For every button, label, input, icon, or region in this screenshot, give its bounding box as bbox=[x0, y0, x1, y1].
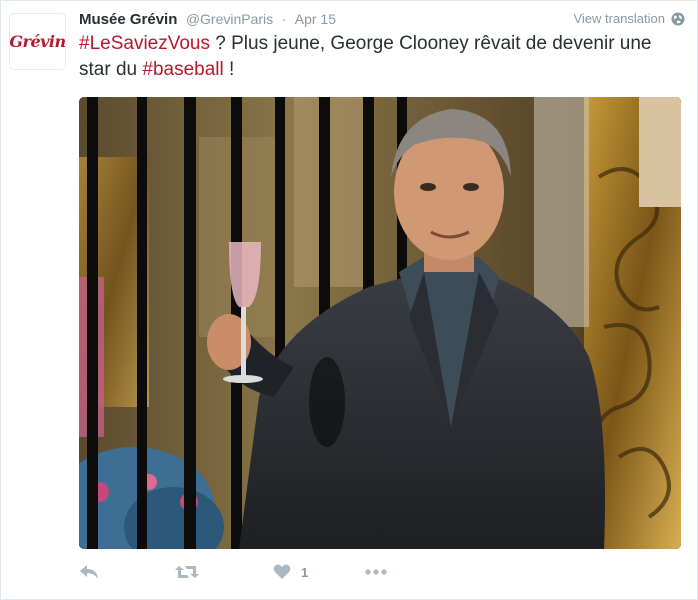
reply-icon bbox=[80, 565, 98, 579]
tweet-actions: 1 bbox=[79, 561, 479, 583]
hashtag-lesaviezvous[interactable]: #LeSaviezVous bbox=[79, 33, 210, 54]
avatar[interactable]: Grévin bbox=[9, 13, 66, 70]
hashtag-baseball[interactable]: #baseball bbox=[142, 59, 223, 80]
view-translation-label: View translation bbox=[573, 11, 665, 26]
separator: · bbox=[281, 11, 287, 27]
heart-icon bbox=[273, 564, 291, 579]
more-icon bbox=[365, 569, 387, 575]
like-button[interactable]: 1 bbox=[273, 561, 308, 583]
author-name[interactable]: Musée Grévin bbox=[79, 11, 177, 28]
like-count: 1 bbox=[301, 564, 309, 580]
tweet-header: Musée Grévin @GrevinParis · Apr 15 View … bbox=[79, 11, 685, 31]
tweet-photo[interactable] bbox=[79, 97, 681, 549]
view-translation-link[interactable]: View translation bbox=[573, 11, 685, 26]
retweet-button[interactable] bbox=[175, 561, 199, 583]
tweet-text-part2: ! bbox=[223, 59, 235, 80]
tweet-text: #LeSaviezVous ? Plus jeune, George Cloon… bbox=[79, 31, 679, 83]
tweet-card[interactable]: Grévin Musée Grévin @GrevinParis · Apr 1… bbox=[0, 0, 698, 600]
globe-icon bbox=[671, 12, 685, 25]
retweet-icon bbox=[175, 566, 199, 578]
grevin-logo: Grévin bbox=[9, 32, 66, 51]
photo-illustration bbox=[79, 97, 681, 549]
author-handle[interactable]: @GrevinParis bbox=[186, 11, 273, 27]
tweet-date[interactable]: Apr 15 bbox=[295, 11, 336, 27]
more-button[interactable] bbox=[365, 561, 387, 583]
reply-button[interactable] bbox=[79, 561, 99, 583]
